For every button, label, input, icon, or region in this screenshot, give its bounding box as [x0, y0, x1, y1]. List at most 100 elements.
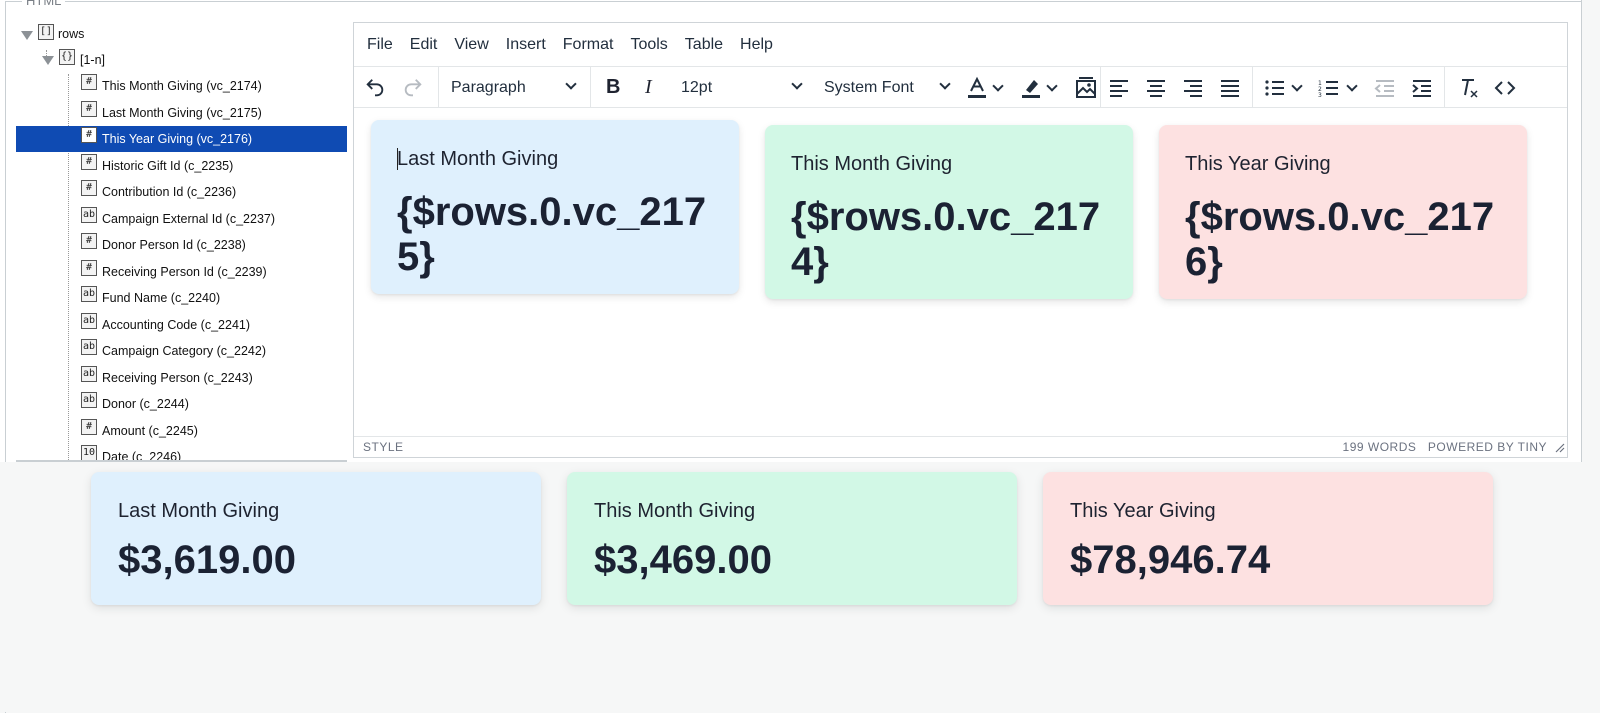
- tree-field-label: Amount (c_2245): [102, 423, 198, 438]
- outdent-button[interactable]: [1374, 67, 1396, 108]
- rendered-preview: Last Month Giving $3,619.00 This Month G…: [0, 462, 1582, 712]
- tree-field-label: This Year Giving (vc_2176): [102, 132, 253, 146]
- redo-button[interactable]: [402, 67, 424, 108]
- tree-field-item[interactable]: # Last Month Giving (vc_2175): [16, 100, 347, 126]
- card-title: This Month Giving: [594, 500, 756, 522]
- word-count[interactable]: 199 WORDS: [1343, 440, 1417, 454]
- toolbar-separator: [1444, 67, 1445, 108]
- font-size-select[interactable]: 12pt: [681, 67, 811, 108]
- bullet-list-chevron-icon[interactable]: [1291, 80, 1303, 92]
- tree-node-group[interactable]: {} [1-n]: [16, 47, 347, 73]
- tree-field-item[interactable]: ab Campaign External Id (c_2237): [16, 206, 347, 232]
- tree-field-item[interactable]: ab Campaign Category (c_2242): [16, 338, 347, 364]
- toolbar-separator: [438, 67, 439, 108]
- bold-icon: B: [606, 76, 621, 98]
- expand-triangle-icon[interactable]: [42, 56, 54, 65]
- number-type-icon: #: [81, 153, 97, 170]
- toolbar: Paragraph B I 12pt System Font 1 2 3: [354, 66, 1567, 108]
- array-icon: []: [38, 24, 54, 40]
- object-icon: {}: [59, 49, 75, 65]
- menu-table[interactable]: Table: [685, 36, 723, 54]
- tree-field-item[interactable]: # Receiving Person Id (c_2239): [16, 259, 347, 285]
- expand-triangle-icon[interactable]: [21, 31, 33, 40]
- menu-file[interactable]: File: [367, 36, 393, 54]
- align-left-icon: [1110, 79, 1128, 97]
- editor-card-this-year[interactable]: This Year Giving {$rows.0.vc_2176}: [1159, 125, 1527, 299]
- tree-field-item[interactable]: # Contribution Id (c_2236): [16, 179, 347, 205]
- source-code-button[interactable]: [1494, 67, 1516, 108]
- justify-icon: [1221, 79, 1239, 97]
- justify-button[interactable]: [1219, 67, 1241, 108]
- text-type-icon: ab: [81, 339, 97, 355]
- menu-help[interactable]: Help: [740, 36, 773, 54]
- tree-node-label: [1-n]: [80, 53, 106, 67]
- card-placeholder-value: {$rows.0.vc_2176}: [1185, 195, 1495, 284]
- tree-field-label: Date (c_2246): [102, 450, 182, 462]
- number-type-icon: #: [81, 418, 97, 435]
- card-placeholder-value: {$rows.0.vc_2174}: [791, 195, 1101, 284]
- menu-tools[interactable]: Tools: [630, 36, 667, 54]
- menu-format[interactable]: Format: [563, 36, 614, 54]
- tree-field-item[interactable]: # This Month Giving (vc_2174): [16, 73, 347, 99]
- resize-handle-icon[interactable]: [1555, 443, 1565, 453]
- numbered-list-chevron-icon[interactable]: [1346, 80, 1358, 92]
- chevron-down-icon: [791, 78, 803, 90]
- highlight-color-button[interactable]: [1020, 67, 1042, 108]
- tree-field-label: Campaign Category (c_2242): [102, 344, 266, 358]
- tree-field-item[interactable]: 10 Date (c_2246): [16, 444, 347, 462]
- editor-card-last-month[interactable]: Last Month Giving {$rows.0.vc_2175}: [371, 120, 739, 294]
- clear-formatting-button[interactable]: [1458, 67, 1480, 108]
- tree-field-item[interactable]: # Amount (c_2245): [16, 418, 347, 444]
- editor-card-this-month[interactable]: This Month Giving {$rows.0.vc_2174}: [765, 125, 1133, 299]
- tree-field-label: Receiving Person Id (c_2239): [102, 264, 267, 279]
- menu-insert[interactable]: Insert: [506, 36, 546, 54]
- tree-field-label: Receiving Person (c_2243): [102, 370, 253, 385]
- card-title: This Year Giving: [1070, 500, 1216, 522]
- bold-button[interactable]: B: [606, 67, 620, 108]
- align-right-button[interactable]: [1182, 67, 1204, 108]
- tree-node-rows[interactable]: [] rows: [16, 22, 347, 48]
- undo-button[interactable]: [364, 67, 386, 108]
- outdent-icon: [1374, 79, 1394, 97]
- text-color-chevron-icon[interactable]: [992, 80, 1004, 92]
- powered-by-link[interactable]: POWERED BY TINY: [1428, 440, 1547, 454]
- toolbar-separator: [1252, 67, 1253, 108]
- menubar: File Edit View Insert Format Tools Table…: [354, 23, 1567, 66]
- tree-field-item[interactable]: ab Receiving Person (c_2243): [16, 365, 347, 391]
- card-value: $3,619.00: [118, 538, 296, 582]
- indent-icon: [1412, 79, 1431, 97]
- toolbar-separator: [590, 67, 591, 108]
- menu-view[interactable]: View: [454, 36, 488, 54]
- clear-formatting-icon: [1462, 78, 1478, 98]
- tree-field-item[interactable]: ab Donor (c_2244): [16, 391, 347, 417]
- insert-image-button[interactable]: [1074, 67, 1098, 108]
- highlight-chevron-icon[interactable]: [1046, 80, 1058, 92]
- tree-field-label: Contribution Id (c_2236): [102, 185, 237, 199]
- tree-field-item[interactable]: # Historic Gift Id (c_2235): [16, 153, 347, 179]
- tree-field-item[interactable]: ab Accounting Code (c_2241): [16, 312, 347, 338]
- element-path[interactable]: STYLE: [363, 440, 404, 454]
- tree-field-item[interactable]: ab Fund Name (c_2240): [16, 285, 347, 311]
- bullet-list-button[interactable]: [1264, 67, 1286, 108]
- font-size-value: 12pt: [681, 78, 713, 96]
- field-tree[interactable]: [] rows {} [1-n] # This Month Giving (vc_…: [16, 22, 347, 462]
- menu-edit[interactable]: Edit: [410, 36, 438, 54]
- numbered-list-button[interactable]: 123: [1318, 67, 1340, 108]
- align-center-button[interactable]: [1145, 67, 1167, 108]
- rich-text-editor[interactable]: File Edit View Insert Format Tools Table…: [353, 22, 1568, 458]
- card-value: $3,469.00: [594, 538, 772, 582]
- indent-button[interactable]: [1411, 67, 1433, 108]
- italic-button[interactable]: I: [645, 67, 652, 108]
- tree-field-item[interactable]: # This Year Giving (vc_2176): [16, 126, 347, 152]
- preview-card-this-year: This Year Giving $78,946.74: [1043, 472, 1493, 605]
- number-type-icon: #: [81, 100, 97, 117]
- font-family-select[interactable]: System Font: [824, 67, 954, 108]
- align-left-button[interactable]: [1108, 67, 1130, 108]
- editor-content[interactable]: Last Month Giving {$rows.0.vc_2175} This…: [354, 108, 1567, 436]
- block-format-select[interactable]: Paragraph: [451, 67, 581, 108]
- preview-card-last-month: Last Month Giving $3,619.00: [91, 472, 541, 605]
- tree-node-label: rows: [58, 27, 85, 41]
- tree-field-item[interactable]: # Donor Person Id (c_2238): [16, 232, 347, 258]
- text-color-button[interactable]: [966, 67, 988, 108]
- number-type-icon: #: [81, 74, 97, 90]
